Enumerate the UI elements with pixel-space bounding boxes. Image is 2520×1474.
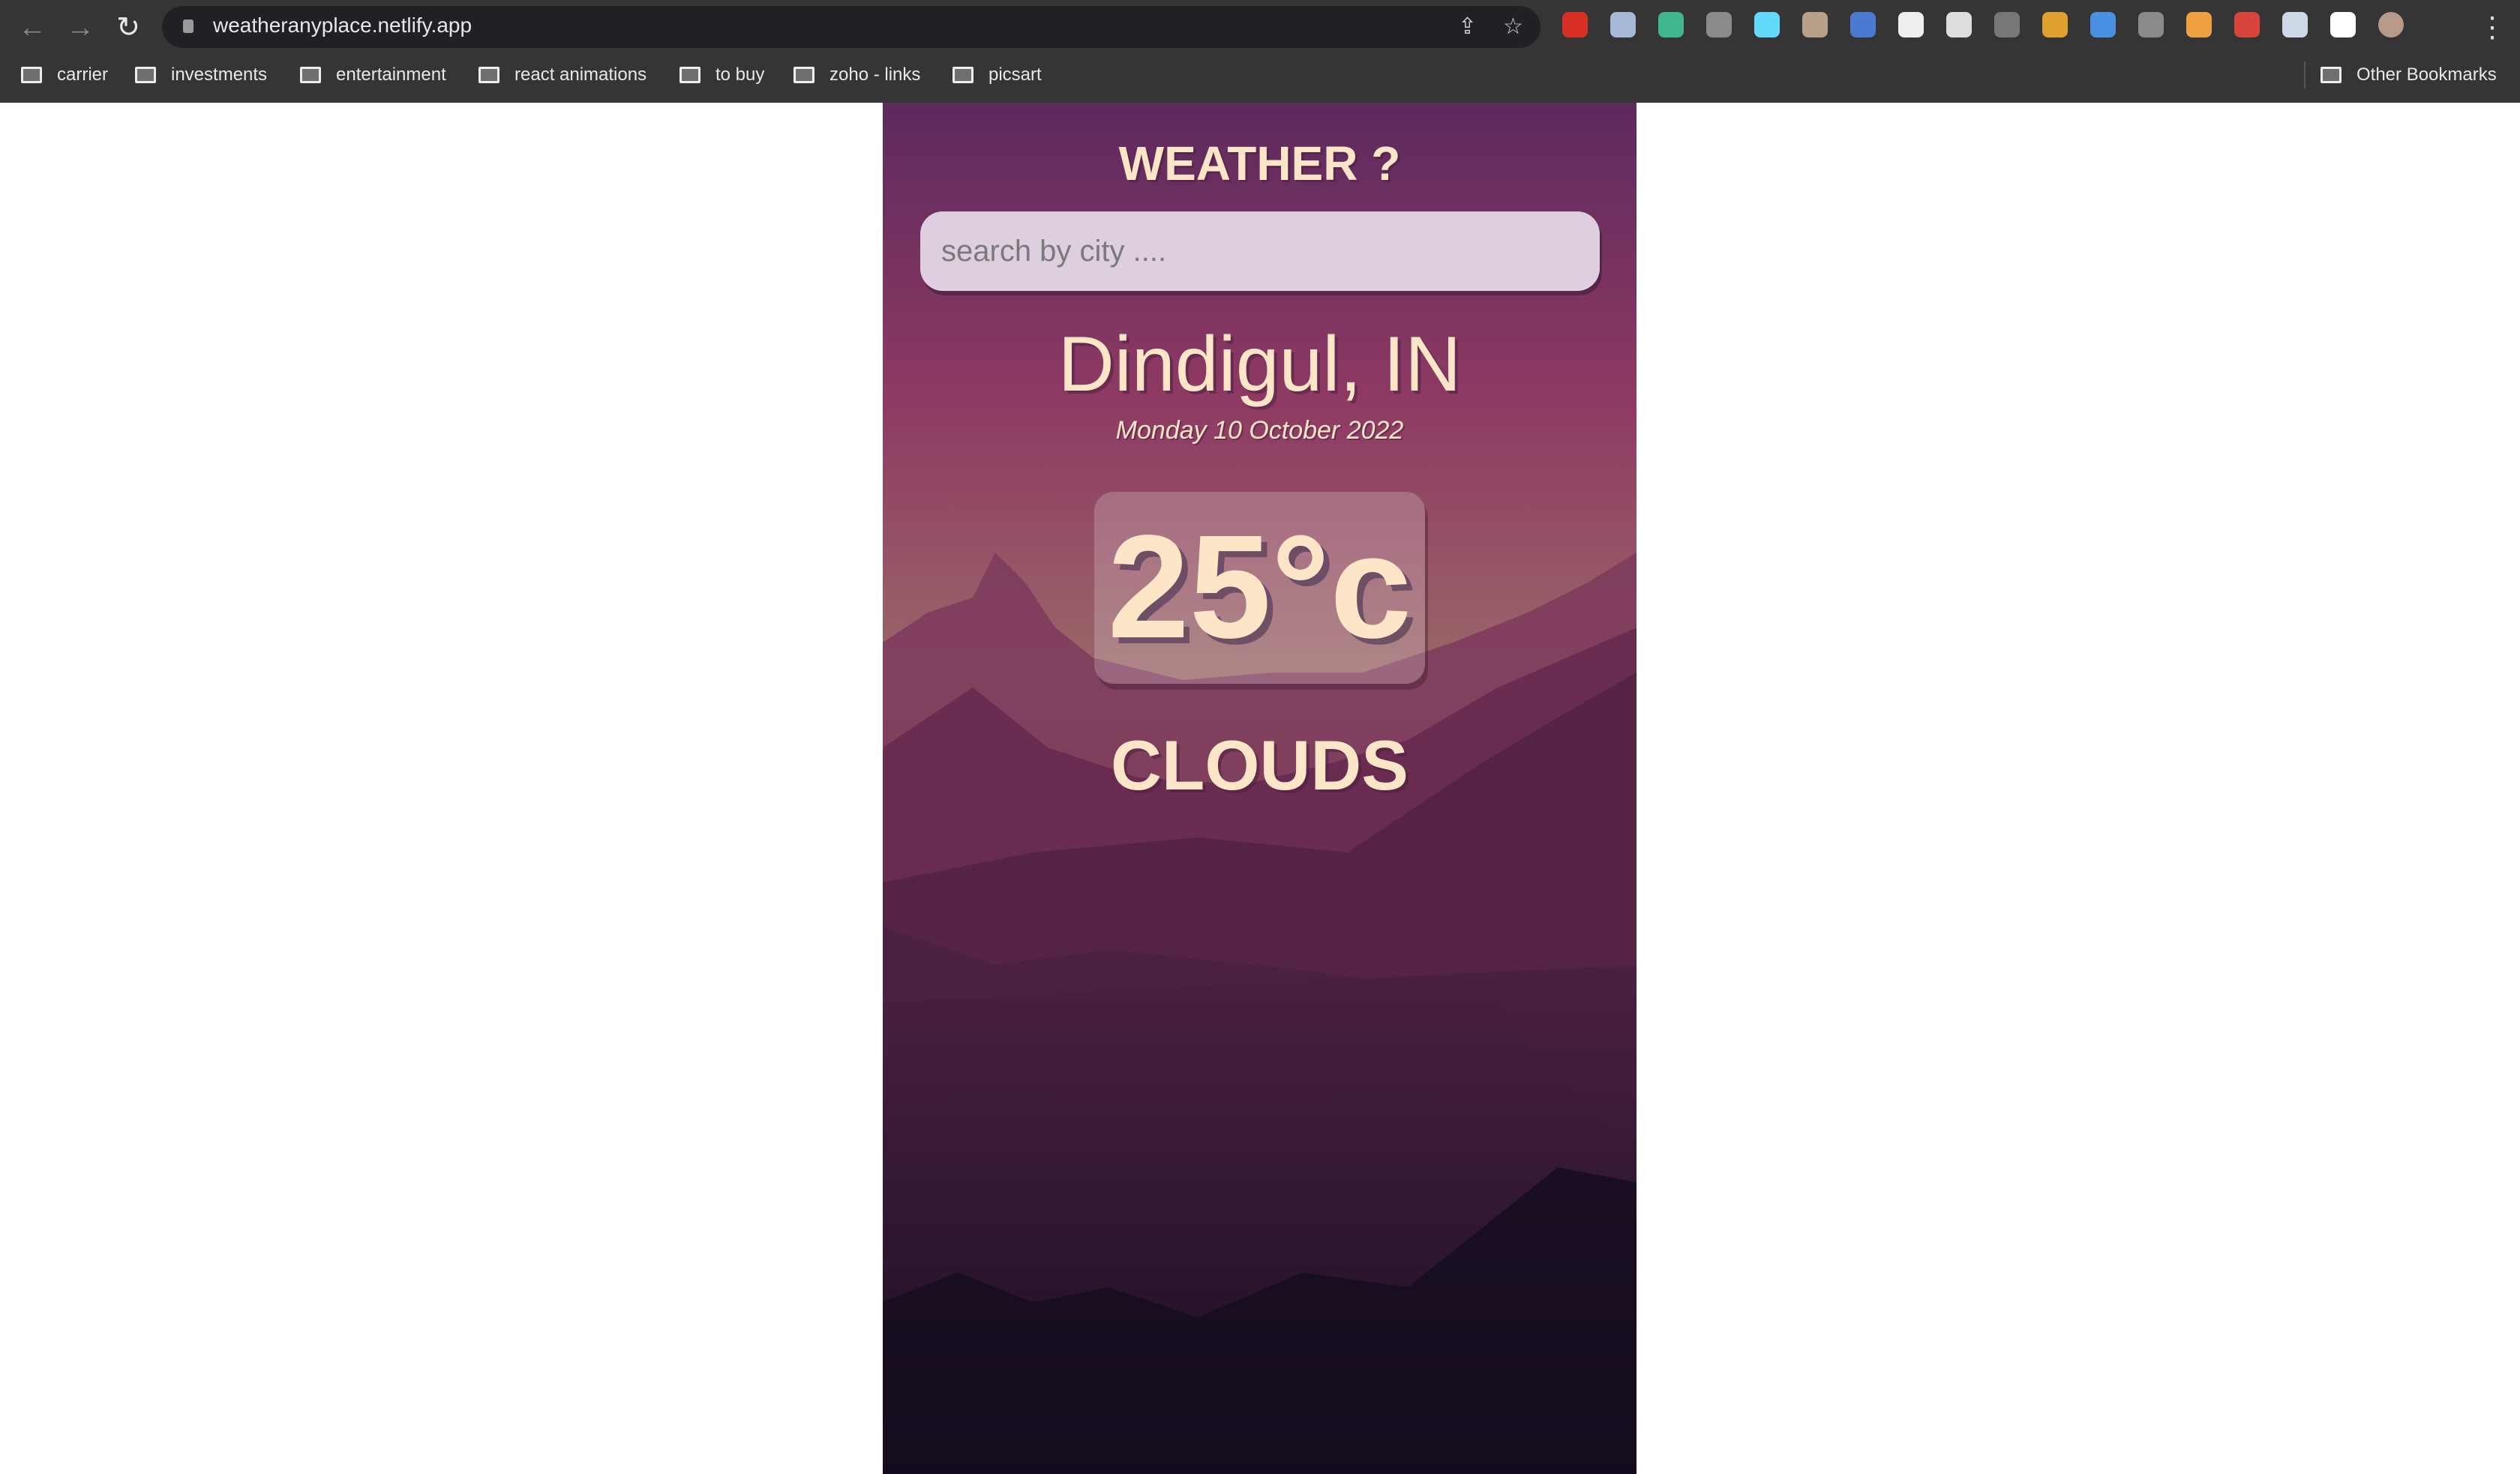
weather-condition: CLOUDS (1111, 726, 1408, 804)
extension-icon[interactable] (2042, 12, 2068, 37)
city-search-input[interactable] (920, 211, 1600, 291)
extension-icon[interactable] (1706, 12, 1732, 37)
bookmark-item[interactable]: investments (135, 61, 267, 88)
bookmark-label: picsart (988, 64, 1042, 85)
location-name: Dindigul, IN (1058, 321, 1462, 408)
bookmark-label: entertainment (336, 64, 446, 85)
extension-icon[interactable] (2186, 12, 2212, 37)
menu-icon[interactable]: ⋮ (2475, 10, 2510, 45)
browser-chrome: ← → ↻ weatheranyplace.netlify.app ⇪ ☆ ⋮ … (0, 0, 2520, 103)
bookmark-item[interactable]: react animations (478, 61, 646, 88)
bookmark-label: zoho - links (830, 64, 921, 85)
folder-icon (135, 67, 156, 83)
temperature-card: 25°c (1094, 492, 1425, 684)
bookmarks-divider (2304, 61, 2306, 88)
bookmark-label: carrier (57, 64, 109, 85)
bookmark-label: react animations (514, 64, 647, 85)
extension-icon[interactable] (2090, 12, 2116, 37)
current-date: Monday 10 October 2022 (1115, 416, 1404, 445)
weather-app: WEATHER ? Dindigul, IN Monday 10 October… (883, 103, 1636, 1474)
bookmark-item[interactable]: carrier (21, 61, 108, 88)
folder-icon (478, 67, 500, 83)
bookmark-item[interactable]: to buy (680, 61, 764, 88)
extension-icon[interactable] (1610, 12, 1636, 37)
extension-icon[interactable] (2330, 12, 2356, 37)
bookmark-label: to buy (716, 64, 765, 85)
lock-icon (183, 19, 194, 33)
temperature-value: 25°c (1107, 505, 1412, 669)
profile-avatar[interactable] (2378, 12, 2404, 37)
extension-icon[interactable] (1946, 12, 1972, 37)
back-icon[interactable]: ← (15, 10, 50, 45)
bookmark-label: investments (171, 64, 268, 85)
other-bookmarks[interactable]: Other Bookmarks (2320, 61, 2497, 88)
extension-icon[interactable] (1898, 12, 1924, 37)
extension-icon[interactable] (1562, 12, 1588, 37)
share-icon[interactable]: ⇪ (1458, 13, 1477, 40)
bookmark-item[interactable]: zoho - links (794, 61, 920, 88)
url-text: weatheranyplace.netlify.app (213, 13, 472, 37)
folder-icon (794, 67, 814, 83)
folder-icon (300, 67, 321, 83)
extension-icon[interactable] (1850, 12, 1876, 37)
bookmark-star-icon[interactable]: ☆ (1503, 13, 1523, 40)
folder-icon (680, 67, 700, 83)
forward-icon[interactable]: → (63, 10, 98, 45)
extension-icon[interactable] (2234, 12, 2260, 37)
folder-icon (2320, 67, 2342, 83)
app-title: WEATHER ? (1118, 136, 1401, 190)
extension-icon[interactable] (2282, 12, 2308, 37)
bookmark-item[interactable]: entertainment (300, 61, 446, 88)
extension-icon[interactable] (1658, 12, 1684, 37)
extension-icon[interactable] (1802, 12, 1828, 37)
folder-icon (952, 67, 974, 83)
extension-icon[interactable] (2138, 12, 2164, 37)
other-bookmarks-label: Other Bookmarks (2356, 64, 2497, 85)
extension-icon[interactable] (1994, 12, 2020, 37)
address-bar[interactable]: weatheranyplace.netlify.app ⇪ ☆ (162, 6, 1540, 48)
reload-icon[interactable]: ↻ (111, 10, 146, 45)
folder-icon (21, 67, 42, 83)
extension-icon[interactable] (1754, 12, 1780, 37)
bookmark-item[interactable]: picsart (952, 61, 1042, 88)
